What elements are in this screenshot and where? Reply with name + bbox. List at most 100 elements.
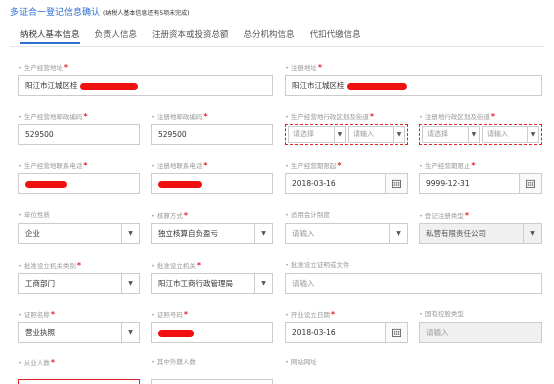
field-reg-postcode: • 注册地邮政编码* 529500 bbox=[151, 112, 273, 145]
foreign-count-input[interactable] bbox=[151, 379, 273, 384]
redacted-mark bbox=[346, 82, 407, 90]
calendar-icon[interactable] bbox=[385, 323, 407, 342]
tab-branch-info[interactable]: 总分机构信息 bbox=[244, 28, 295, 44]
chevron-down-icon[interactable]: ▼ bbox=[121, 274, 139, 293]
prod-start-value: 2018-03-16 bbox=[292, 179, 336, 188]
chevron-down-icon: ▼ bbox=[523, 224, 541, 243]
label-accounting: 核算方式 bbox=[156, 212, 183, 220]
label-industry: 国有控股类型 bbox=[424, 310, 464, 318]
tab-divider bbox=[10, 46, 544, 47]
prod-start-date-input[interactable]: 2018-03-16 bbox=[285, 173, 408, 194]
label-prod-phone: 生产经营地联系电话 bbox=[23, 162, 83, 170]
label-reg-address: 注册地址 bbox=[290, 64, 317, 72]
cert-name-value: 营业执照 bbox=[25, 328, 55, 337]
field-industry: • 国有控股类型 请输入 bbox=[419, 310, 542, 343]
reg-type-value: 私营有限责任公司 bbox=[426, 229, 486, 238]
field-acct-system: • 适用会计制度 请输入 ▼ bbox=[285, 211, 408, 244]
tab-withholding-info[interactable]: 代扣代缴信息 bbox=[310, 28, 361, 44]
unit-nature-select[interactable]: 企业 ▼ bbox=[18, 223, 140, 244]
label-reg-phone: 注册地联系电话 bbox=[156, 162, 203, 170]
prod-address-input[interactable]: 阳江市江城区桂 bbox=[18, 75, 273, 96]
chevron-down-icon[interactable]: ▼ bbox=[121, 323, 139, 342]
chevron-down-icon[interactable]: ▼ bbox=[467, 127, 479, 142]
tab-registered-capital[interactable]: 注册资本或投资总额 bbox=[152, 28, 229, 44]
reg-address-value: 阳江市江城区桂 bbox=[292, 81, 345, 90]
field-website: • 网站网址 bbox=[285, 358, 317, 366]
prod-phone-input[interactable] bbox=[18, 173, 140, 194]
calendar-icon[interactable] bbox=[519, 174, 541, 193]
redacted-mark bbox=[158, 180, 202, 188]
field-open-date: • 开业设立日期* 2018-03-16 bbox=[285, 310, 408, 343]
label-reg-type: 登记注册类型 bbox=[424, 212, 464, 220]
prod-postcode-input[interactable]: 529500 bbox=[18, 124, 140, 145]
field-employees: • 从业人数* bbox=[18, 358, 140, 384]
label-open-date: 开业设立日期 bbox=[290, 311, 330, 319]
label-prod-end: 生产经营期限止 bbox=[424, 162, 471, 170]
label-acct-system: 适用会计制度 bbox=[290, 211, 330, 219]
page-subtitle: (纳税人基本信息还有5项未完成) bbox=[103, 10, 190, 17]
tab-responsible-person[interactable]: 负责人信息 bbox=[95, 28, 138, 44]
reg-street-select[interactable]: 请输入 ▼ bbox=[481, 126, 539, 143]
redacted-mark bbox=[79, 82, 138, 90]
label-approve-type: 批准设立机关类别 bbox=[23, 262, 76, 270]
field-reg-address: • 注册地址* 阳江市江城区桂 bbox=[285, 63, 542, 96]
label-reg-district: 注册地行政区划及街道 bbox=[424, 113, 490, 121]
prod-street-select[interactable]: 请输入 ▼ bbox=[347, 126, 405, 143]
label-prod-postcode: 生产经营地邮政编码 bbox=[23, 113, 83, 121]
field-prod-postcode: • 生产经营地邮政编码* 529500 bbox=[18, 112, 140, 145]
reg-district-select[interactable]: 请选择 ▼ bbox=[422, 126, 480, 143]
field-approve-doc: • 批准设立证明或文件 请输入 bbox=[285, 261, 542, 294]
label-approve-org: 批准设立机关 bbox=[156, 262, 196, 270]
label-unit-nature: 单位性质 bbox=[23, 211, 50, 219]
reg-address-input[interactable]: 阳江市江城区桂 bbox=[285, 75, 542, 96]
chevron-down-icon[interactable]: ▼ bbox=[527, 127, 538, 142]
prod-address-value: 阳江市江城区桂 bbox=[25, 81, 78, 90]
field-prod-end: • 生产经营期限止* 9999-12-31 bbox=[419, 161, 542, 194]
reg-postcode-input[interactable]: 529500 bbox=[151, 124, 273, 145]
label-approve-doc: 批准设立证明或文件 bbox=[290, 261, 350, 269]
approve-type-select[interactable]: 工商部门 ▼ bbox=[18, 273, 140, 294]
chevron-down-icon[interactable]: ▼ bbox=[254, 224, 272, 243]
label-prod-address: 生产经营地址 bbox=[23, 64, 63, 72]
chevron-down-icon[interactable]: ▼ bbox=[254, 274, 272, 293]
prod-end-value: 9999-12-31 bbox=[426, 179, 470, 188]
open-date-input[interactable]: 2018-03-16 bbox=[285, 322, 408, 343]
approve-type-value: 工商部门 bbox=[25, 279, 55, 288]
tab-taxpayer-info[interactable]: 纳税人基本信息 bbox=[20, 28, 80, 44]
accounting-select[interactable]: 独立核算自负盈亏 ▼ bbox=[151, 223, 273, 244]
reg-postcode-value: 529500 bbox=[158, 130, 187, 139]
approve-org-select[interactable]: 阳江市工商行政管理局 ▼ bbox=[151, 273, 273, 294]
unit-nature-value: 企业 bbox=[25, 229, 40, 238]
chevron-down-icon[interactable]: ▼ bbox=[389, 224, 407, 243]
field-foreign-count: • 其中外籍人数 bbox=[151, 358, 273, 384]
field-reg-district: • 注册地行政区划及街道* 请选择 ▼ 请输入 ▼ bbox=[419, 112, 542, 145]
label-website: 网站网址 bbox=[290, 358, 317, 366]
label-employees: 从业人数 bbox=[23, 359, 50, 367]
industry-placeholder: 请输入 bbox=[426, 328, 449, 337]
chevron-down-icon[interactable]: ▼ bbox=[393, 127, 404, 142]
prod-postcode-value: 529500 bbox=[25, 130, 54, 139]
field-cert-no: • 证照号码* bbox=[151, 310, 273, 343]
reg-phone-input[interactable] bbox=[151, 173, 273, 194]
acct-system-placeholder: 请输入 bbox=[292, 229, 315, 238]
acct-system-select[interactable]: 请输入 ▼ bbox=[285, 223, 408, 244]
cert-no-input[interactable] bbox=[151, 322, 273, 343]
cert-name-select[interactable]: 营业执照 ▼ bbox=[18, 322, 140, 343]
label-cert-no: 证照号码 bbox=[156, 311, 183, 319]
approve-doc-input[interactable]: 请输入 bbox=[285, 273, 542, 294]
prod-end-date-input[interactable]: 9999-12-31 bbox=[419, 173, 542, 194]
prod-district-select[interactable]: 请选择 ▼ bbox=[288, 126, 346, 143]
field-reg-phone: • 注册地联系电话* bbox=[151, 161, 273, 194]
label-reg-postcode: 注册地邮政编码 bbox=[156, 113, 203, 121]
redacted-mark bbox=[158, 329, 194, 337]
label-foreign-count: 其中外籍人数 bbox=[156, 358, 196, 366]
employees-input[interactable] bbox=[18, 379, 140, 384]
reg-type-select: 私营有限责任公司 ▼ bbox=[419, 223, 542, 244]
field-unit-nature: • 单位性质 企业 ▼ bbox=[18, 211, 140, 244]
calendar-icon[interactable] bbox=[385, 174, 407, 193]
chevron-down-icon[interactable]: ▼ bbox=[121, 224, 139, 243]
field-prod-phone: • 生产经营地联系电话* bbox=[18, 161, 140, 194]
chevron-down-icon[interactable]: ▼ bbox=[333, 127, 345, 142]
page-title: 多证合一登记信息确认 bbox=[10, 8, 101, 18]
approve-doc-placeholder: 请输入 bbox=[292, 279, 315, 288]
